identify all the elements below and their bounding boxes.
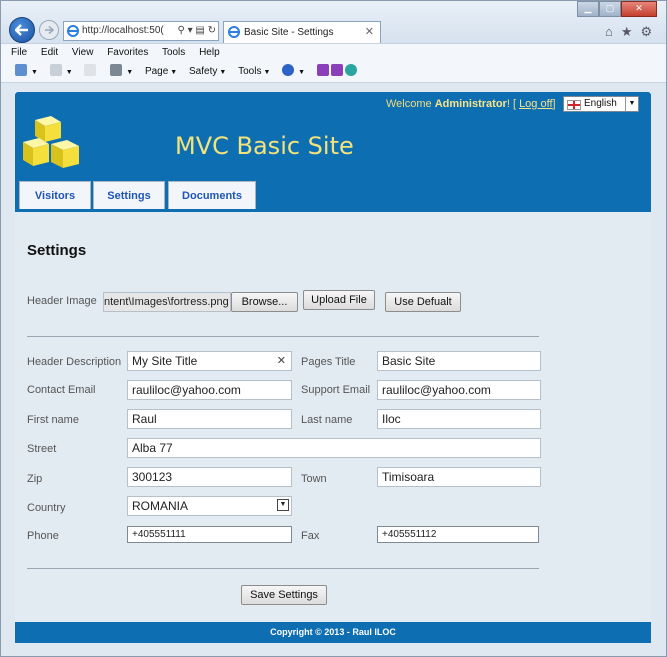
browser-tab[interactable]: Basic Site - Settings ✕ [223,21,381,43]
menu-help[interactable]: Help [199,47,220,58]
last-name-label: Last name [301,414,353,426]
ie-tab-icon [228,26,240,38]
maximize-icon[interactable]: ▢ [599,1,621,17]
menu-tools[interactable]: Tools [162,47,185,58]
tab-title: Basic Site - Settings [244,27,334,38]
town-input[interactable]: Timisoara [377,467,541,487]
tab-visitors[interactable]: Visitors [19,181,91,209]
use-default-button[interactable]: Use Defualt [385,292,461,312]
england-flag-icon [567,100,581,110]
close-window-icon[interactable]: ✕ [621,1,657,17]
last-name-input[interactable]: Iloc [377,409,541,429]
contact-email-label: Contact Email [27,384,96,396]
home-icon[interactable]: ⌂ [605,24,613,40]
fax-input[interactable]: +405551112 [377,526,539,543]
menu-favorites[interactable]: Favorites [107,47,148,58]
language-value: English [584,98,617,109]
onenote-linked-icon [330,64,343,76]
contact-email-input[interactable]: rauliloc@yahoo.com [127,380,292,400]
browser-window: http://localhost:50( ⚲ ▾ ▤ ↻ Basic Site … [0,0,667,657]
header-description-input[interactable]: My Site Title ✕ [127,351,292,371]
chevron-down-icon: ▼ [625,97,638,111]
tab-documents[interactable]: Documents [168,181,256,209]
safety-menu[interactable]: Safety ▼ [189,62,226,83]
language-select[interactable]: English ▼ [563,96,639,112]
zip-input[interactable]: 300123 [127,467,292,487]
print-icon [110,64,123,76]
site-header: MVC Basic Site Welcome Administrator! [ … [15,92,651,212]
menu-view[interactable]: View [72,47,94,58]
settings-content: Settings Header Image ntent\Images\fortr… [15,212,651,622]
welcome-text: Welcome Administrator! [ Log off] [386,98,556,110]
forward-arrow-icon [45,25,54,35]
menu-file[interactable]: File [11,47,27,58]
gear-icon[interactable]: ⚙ [641,24,653,40]
support-email-input[interactable]: rauliloc@yahoo.com [377,380,541,400]
web-page: MVC Basic Site Welcome Administrator! [ … [15,92,651,643]
mail-icon [84,64,97,76]
first-name-input[interactable]: Raul [127,409,292,429]
menu-edit[interactable]: Edit [41,47,58,58]
mail-command[interactable] [84,62,98,82]
first-name-label: First name [27,414,79,426]
site-title: MVC Basic Site [175,132,354,160]
browser-titlebar: http://localhost:50( ⚲ ▾ ▤ ↻ Basic Site … [1,1,666,43]
phone-label: Phone [27,530,59,542]
support-email-label: Support Email [301,384,371,396]
page-menu[interactable]: Page ▼ [145,62,177,83]
fax-label: Fax [301,530,320,542]
menu-bar: File Edit View Favorites Tools Help [1,43,666,62]
street-input[interactable]: Alba 77 [127,438,541,458]
country-label: Country [27,502,66,514]
forward-button[interactable] [39,20,59,40]
cubes-logo-icon [23,116,79,168]
home-command[interactable]: ▼ [15,62,38,83]
browse-button[interactable]: Browse... [231,292,298,312]
tab-settings[interactable]: Settings [93,181,165,209]
window-controls: ▁ ▢ ✕ [577,1,657,17]
tab-close-icon[interactable]: ✕ [365,22,374,43]
pages-title-input[interactable]: Basic Site [377,351,541,371]
username: Administrator [434,98,507,110]
help-icon [282,64,295,76]
phone-input[interactable]: +405551111 [127,526,292,543]
header-image-file-input[interactable]: ntent\Images\fortress.png [103,292,231,312]
tools-menu[interactable]: Tools ▼ [238,62,270,83]
feeds-icon [49,64,62,76]
back-arrow-icon [15,24,28,36]
town-label: Town [301,473,327,485]
chevron-down-icon: ▼ [277,499,289,511]
feeds-command[interactable]: ▼ [49,62,73,83]
upload-file-button[interactable]: Upload File [303,290,375,310]
back-button[interactable] [9,17,35,43]
header-description-label: Header Description [27,356,122,368]
site-footer: Copyright © 2013 - Raul ILOC [15,622,651,643]
command-bar: ▼ ▼ ▼ Page ▼ Safety ▼ Tools ▼ ▼ [1,62,666,83]
zip-label: Zip [27,473,43,485]
header-image-label: Header Image [27,295,97,307]
address-bar[interactable]: http://localhost:50( ⚲ ▾ ▤ ↻ [63,21,219,41]
save-settings-button[interactable]: Save Settings [241,585,327,605]
ie-page-icon [67,25,79,37]
street-label: Street [27,443,57,455]
clear-icon[interactable]: ✕ [277,352,286,370]
favorites-star-icon[interactable]: ★ [621,24,633,40]
print-command[interactable]: ▼ [110,62,133,83]
minimize-icon[interactable]: ▁ [577,1,599,17]
address-text: http://localhost:50( [82,25,164,36]
browser-right-icons: ⌂ ★ ⚙ [605,24,652,40]
divider [27,568,539,569]
home-page-icon [15,64,27,76]
address-tools-icon[interactable]: ⚲ ▾ ▤ ↻ [175,22,216,40]
help-command[interactable]: ▼ [282,62,305,83]
research-icon [344,64,357,76]
onenote-command[interactable] [316,62,359,82]
logoff-link[interactable]: Log off [519,98,552,110]
page-title: Settings [27,242,87,259]
pages-title-label: Pages Title [301,356,356,368]
country-select[interactable]: ROMANIA ▼ [127,496,292,516]
divider [27,336,539,337]
onenote-icon [316,64,329,76]
